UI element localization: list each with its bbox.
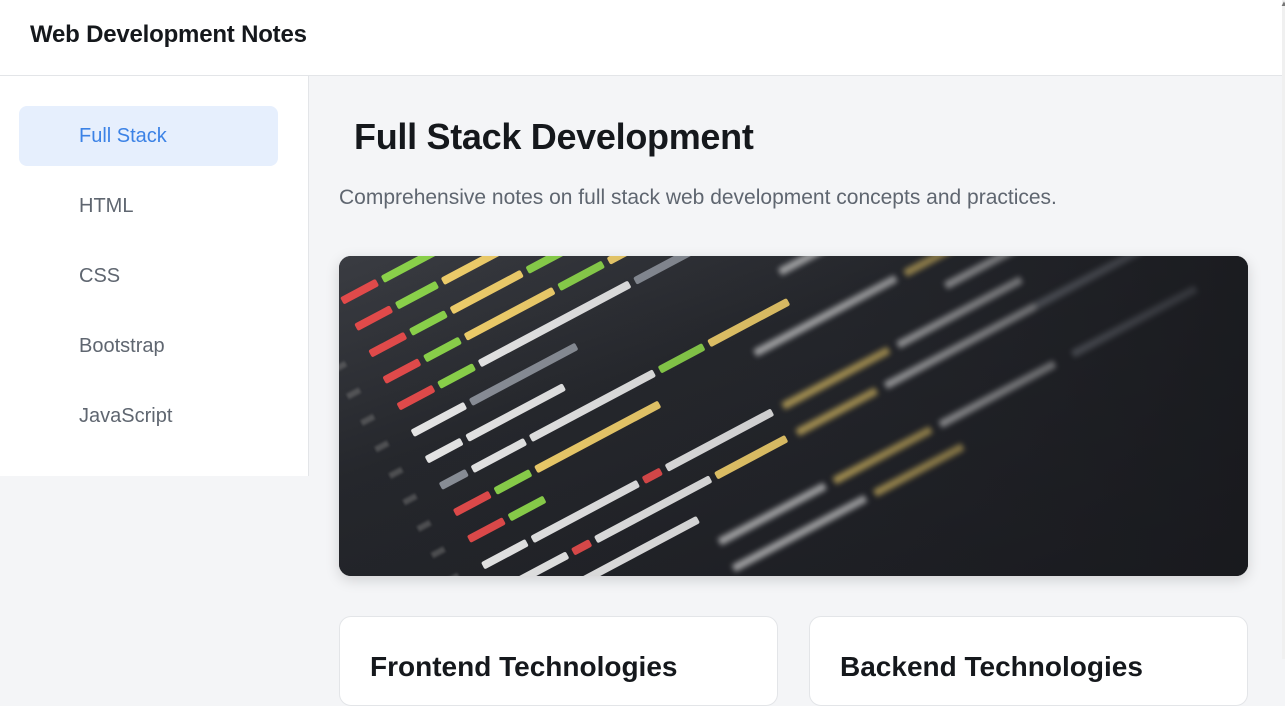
scroll-up-arrow-icon[interactable]: ▲: [1280, 0, 1285, 8]
page-description: Comprehensive notes on full stack web de…: [339, 186, 1057, 209]
site-title[interactable]: Web Development Notes: [30, 21, 307, 49]
sidebar: Full Stack HTML CSS Bootstrap JavaScript: [0, 76, 309, 476]
card-title: Backend Technologies: [840, 651, 1143, 682]
card-title: Frontend Technologies: [370, 651, 678, 682]
sidebar-item-javascript[interactable]: JavaScript: [19, 386, 278, 446]
sidebar-item-bootstrap[interactable]: Bootstrap: [19, 316, 278, 376]
main-content: Full Stack Development Comprehensive not…: [309, 76, 1282, 706]
top-navbar: Web Development Notes: [0, 0, 1285, 76]
page-title: Full Stack Development: [354, 116, 754, 157]
sidebar-item-full-stack[interactable]: Full Stack: [19, 106, 278, 166]
backend-technologies-card: Backend Technologies: [809, 616, 1248, 706]
frontend-technologies-card: Frontend Technologies: [339, 616, 778, 706]
code-editor-photo: [339, 256, 1248, 576]
hero-image: [339, 256, 1248, 576]
sidebar-item-css[interactable]: CSS: [19, 246, 278, 306]
sidebar-item-html[interactable]: HTML: [19, 176, 278, 236]
